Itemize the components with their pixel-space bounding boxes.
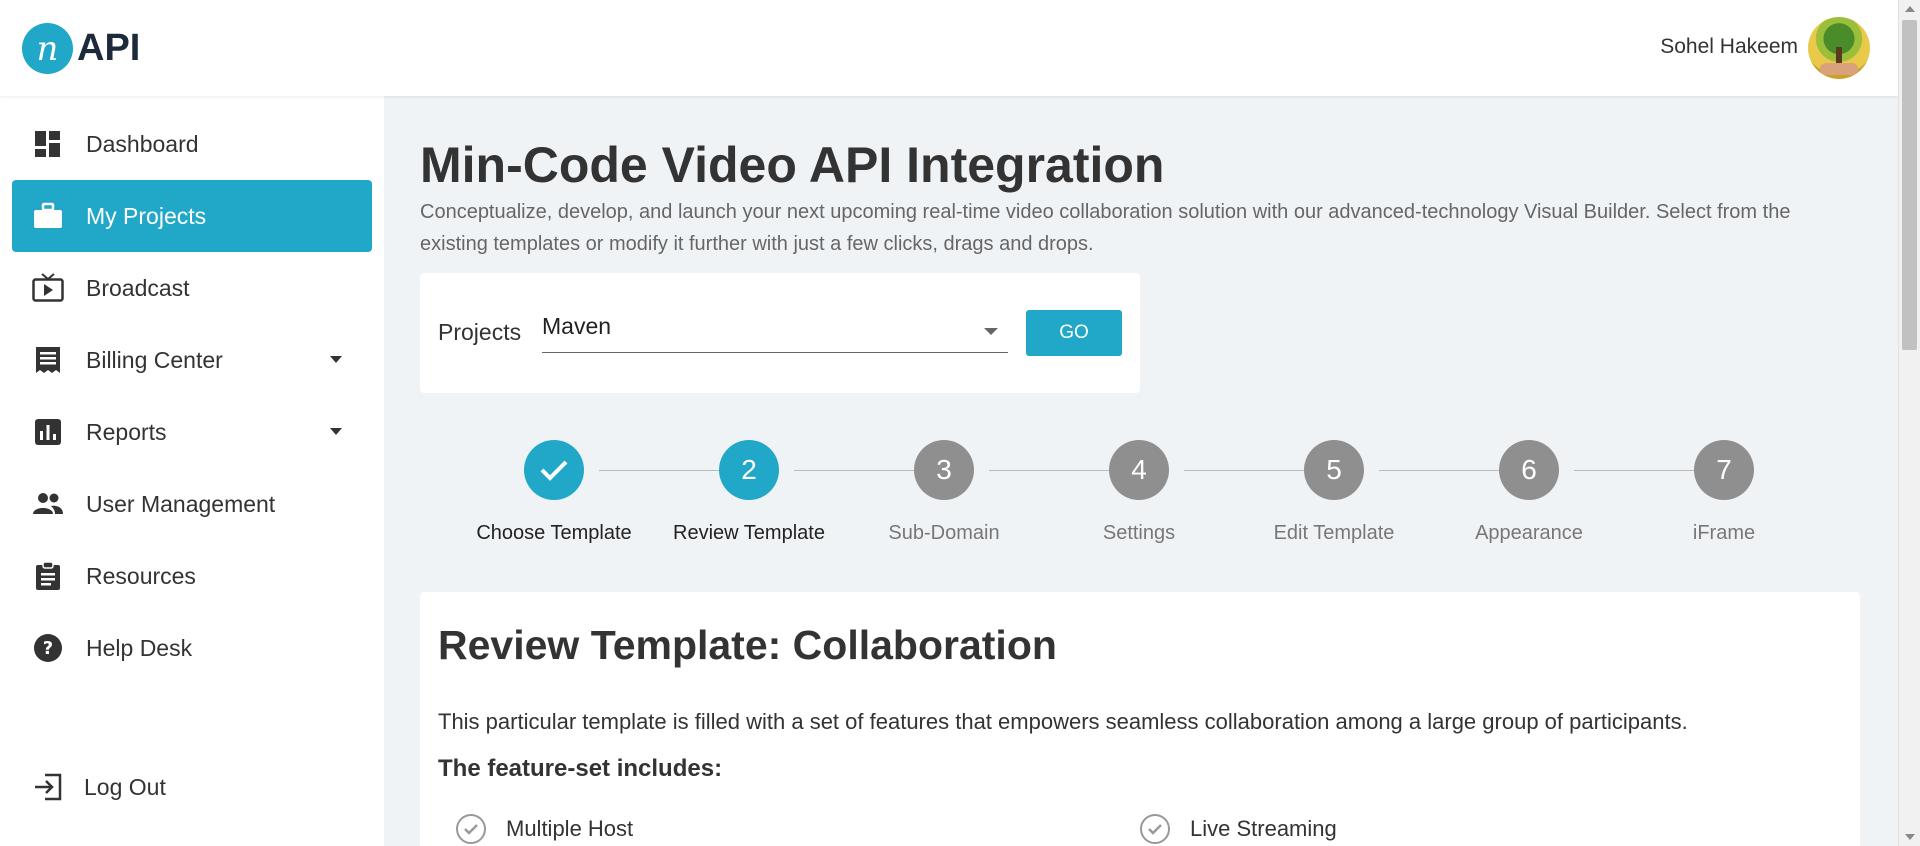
step-number: 7 (1694, 440, 1754, 500)
step-check-icon (524, 440, 584, 500)
logout-icon (32, 771, 64, 803)
receipt-icon (32, 344, 64, 376)
svg-text:?: ? (43, 638, 53, 659)
project-select-value: Maven (542, 313, 612, 339)
step-number: 5 (1304, 440, 1364, 500)
page-title: Min-Code Video API Integration (420, 137, 1165, 193)
logo-text: API (77, 27, 141, 69)
step-choose-template[interactable]: Choose Template (464, 440, 644, 545)
logout-label: Log Out (84, 773, 166, 800)
sidebar-item-user-management[interactable]: User Management (12, 468, 372, 540)
check-circle-icon (1140, 814, 1170, 844)
review-title: Review Template: Collaboration (438, 622, 1057, 668)
sidebar: Dashboard My Projects Broadcast Billing … (0, 96, 384, 846)
features-heading: The feature-set includes: (438, 755, 723, 782)
user-avatar-icon[interactable] (1808, 17, 1870, 79)
step-number: 4 (1109, 440, 1169, 500)
sidebar-item-help-desk[interactable]: ? Help Desk (12, 612, 372, 684)
sidebar-item-label: Broadcast (86, 274, 190, 301)
bar-chart-icon (32, 416, 64, 448)
avatar-hand (1820, 63, 1858, 75)
clipboard-icon (32, 560, 64, 592)
feature-label: Live Streaming (1190, 816, 1337, 841)
user-name[interactable]: Sohel Hakeem (1660, 35, 1798, 59)
feature-item: Live Streaming (1140, 814, 1337, 844)
step-label: Review Template (673, 522, 825, 544)
step-label: Sub-Domain (888, 522, 1000, 544)
top-header: n API Sohel Hakeem (0, 0, 1898, 96)
dropdown-arrow-icon (984, 328, 998, 335)
step-number: 2 (719, 440, 779, 500)
sidebar-item-label: Help Desk (86, 634, 193, 661)
logout-button[interactable]: Log Out (32, 771, 166, 803)
sidebar-item-label: User Management (86, 490, 276, 517)
feature-label: Multiple Host (506, 816, 634, 841)
sidebar-item-label: Resources (86, 562, 196, 589)
sidebar-item-billing-center[interactable]: Billing Center (12, 324, 372, 396)
sidebar-item-reports[interactable]: Reports (12, 396, 372, 468)
scrollbar-thumb[interactable] (1902, 20, 1917, 350)
sidebar-item-dashboard[interactable]: Dashboard (12, 108, 372, 180)
chevron-down-icon (330, 356, 342, 363)
briefcase-icon (32, 200, 64, 232)
projects-label: Projects (438, 319, 522, 345)
project-select[interactable]: Maven (542, 311, 1008, 353)
scroll-down-arrow-icon[interactable] (1905, 834, 1915, 840)
sidebar-item-resources[interactable]: Resources (12, 540, 372, 612)
step-label: Appearance (1475, 522, 1583, 544)
project-selector-card: Projects Maven GO (420, 273, 1140, 393)
logo-mark: n (22, 23, 73, 74)
step-iframe[interactable]: 7 iFrame (1634, 440, 1814, 545)
page-description: Conceptualize, develop, and launch your … (420, 201, 1791, 255)
sidebar-item-broadcast[interactable]: Broadcast (12, 252, 372, 324)
people-icon (32, 488, 64, 520)
step-sub-domain[interactable]: 3 Sub-Domain (854, 440, 1034, 545)
app-logo[interactable]: n API (22, 23, 140, 74)
step-number: 3 (914, 440, 974, 500)
review-template-card: Review Template: Collaboration This part… (420, 592, 1860, 846)
go-button[interactable]: GO (1026, 310, 1122, 356)
sidebar-item-label: Dashboard (86, 130, 199, 157)
tv-icon (32, 272, 64, 304)
step-edit-template[interactable]: 5 Edit Template (1244, 440, 1424, 545)
sidebar-item-label: Reports (86, 418, 167, 445)
step-label: iFrame (1692, 522, 1756, 544)
review-description: This particular template is filled with … (438, 709, 1688, 734)
page-scrollbar[interactable] (1898, 0, 1920, 846)
step-number: 6 (1499, 440, 1559, 500)
help-icon: ? (32, 632, 64, 664)
scroll-up-arrow-icon[interactable] (1905, 6, 1915, 12)
feature-item: Multiple Host (456, 814, 633, 844)
step-label: Settings (1102, 522, 1176, 544)
step-review-template[interactable]: 2 Review Template (659, 440, 839, 545)
step-label: Edit Template (1273, 522, 1395, 544)
step-label: Choose Template (476, 522, 632, 544)
step-appearance[interactable]: 6 Appearance (1439, 440, 1619, 545)
step-settings[interactable]: 4 Settings (1049, 440, 1229, 545)
check-circle-icon (456, 814, 486, 844)
sidebar-item-label: Billing Center (86, 346, 223, 373)
progress-stepper: Choose Template 2 Review Template 3 Sub-… (420, 440, 1860, 560)
sidebar-item-label: My Projects (86, 202, 207, 229)
sidebar-item-my-projects[interactable]: My Projects (12, 180, 372, 252)
dashboard-icon (32, 128, 64, 160)
chevron-down-icon (330, 428, 342, 435)
